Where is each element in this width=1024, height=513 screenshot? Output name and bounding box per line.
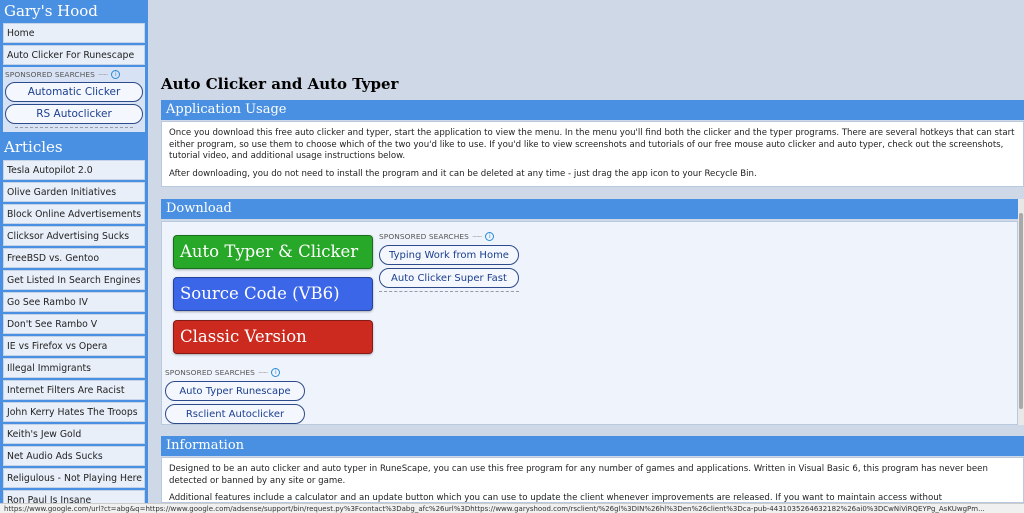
article-link[interactable]: Net Audio Ads Sucks (3, 446, 145, 466)
article-link[interactable]: Block Online Advertisements (3, 204, 145, 224)
sponsored-link-rsclient-autoclicker[interactable]: Rsclient Autoclicker (165, 404, 305, 424)
site-title[interactable]: Gary's Hood (0, 0, 148, 21)
status-bar-url: https://www.google.com/url?ct=abg&q=http… (0, 503, 1024, 513)
sidebar: Gary's Hood Home Auto Clicker For Runesc… (0, 0, 148, 503)
information-paragraph: Additional features include a calculator… (169, 493, 943, 503)
info-icon[interactable]: i (111, 70, 121, 79)
article-link[interactable]: Religulous - Not Playing Here (3, 468, 145, 488)
sponsored-link-auto-clicker-super-fast[interactable]: Auto Clicker Super Fast (379, 268, 519, 288)
sponsored-link-automatic-clicker[interactable]: Automatic Clicker (5, 82, 143, 102)
sponsored-header: SPONSORED SEARCHES (379, 232, 469, 241)
download-scrollbar[interactable] (1018, 199, 1024, 425)
info-icon[interactable]: i (271, 368, 281, 377)
article-link[interactable]: Don't See Rambo V (3, 314, 145, 334)
usage-body: Once you download this free auto clicker… (161, 121, 1024, 187)
sponsored-link-typing-work[interactable]: Typing Work from Home (379, 245, 519, 265)
sponsored-link-auto-typer-runescape[interactable]: Auto Typer Runescape (165, 381, 305, 401)
information-body: Designed to be an auto clicker and auto … (161, 457, 1024, 503)
page-title: Auto Clicker and Auto Typer (161, 75, 399, 93)
article-link[interactable]: Internet Filters Are Racist (3, 380, 145, 400)
information-paragraph: Designed to be an auto clicker and auto … (169, 464, 988, 486)
section-heading-download: Download (161, 199, 1018, 219)
download-auto-typer-clicker-button[interactable]: Auto Typer & Clicker (173, 235, 373, 269)
article-link[interactable]: FreeBSD vs. Gentoo (3, 248, 145, 268)
download-body: Auto Typer & Clicker Source Code (VB6) C… (161, 221, 1018, 425)
sponsored-header: SPONSORED SEARCHES (165, 368, 255, 377)
info-icon[interactable]: i (485, 232, 495, 241)
sponsored-header: SPONSORED SEARCHES (5, 70, 95, 79)
usage-paragraph: After downloading, you do not need to in… (169, 168, 757, 179)
article-link[interactable]: Go See Rambo IV (3, 292, 145, 312)
usage-paragraph: Once you download this free auto clicker… (169, 128, 1015, 161)
article-link[interactable]: Tesla Autopilot 2.0 (3, 160, 145, 180)
download-sponsored-searches-right: SPONSORED SEARCHES ······· i Typing Work… (379, 229, 519, 294)
article-link[interactable]: Clicksor Advertising Sucks (3, 226, 145, 246)
section-heading-information: Information (161, 436, 1024, 456)
article-link[interactable]: Keith's Jew Gold (3, 424, 145, 444)
article-link[interactable]: Illegal Immigrants (3, 358, 145, 378)
sponsored-link-rs-autoclicker[interactable]: RS Autoclicker (5, 104, 143, 124)
sidebar-item-auto-clicker-runescape[interactable]: Auto Clicker For Runescape (3, 45, 145, 65)
divider (379, 291, 519, 292)
divider (15, 127, 133, 128)
download-classic-version-button[interactable]: Classic Version (173, 320, 373, 354)
article-link[interactable]: John Kerry Hates The Troops (3, 402, 145, 422)
main-content: Auto Clicker and Auto Typer Application … (161, 0, 1024, 503)
sidebar-sponsored-searches: SPONSORED SEARCHES ······· i Automatic C… (3, 67, 145, 132)
article-link[interactable]: Get Listed In Search Engines (3, 270, 145, 290)
article-link[interactable]: Olive Garden Initiatives (3, 182, 145, 202)
download-sponsored-searches-bottom: SPONSORED SEARCHES ······· i Auto Typer … (165, 365, 305, 426)
section-heading-usage: Application Usage (161, 100, 1024, 120)
download-source-code-button[interactable]: Source Code (VB6) (173, 277, 373, 311)
article-link[interactable]: Ron Paul Is Insane (3, 490, 145, 503)
sidebar-item-home[interactable]: Home (3, 23, 145, 43)
articles-heading: Articles (0, 132, 148, 158)
scrollbar-thumb[interactable] (1019, 213, 1023, 409)
article-link[interactable]: IE vs Firefox vs Opera (3, 336, 145, 356)
